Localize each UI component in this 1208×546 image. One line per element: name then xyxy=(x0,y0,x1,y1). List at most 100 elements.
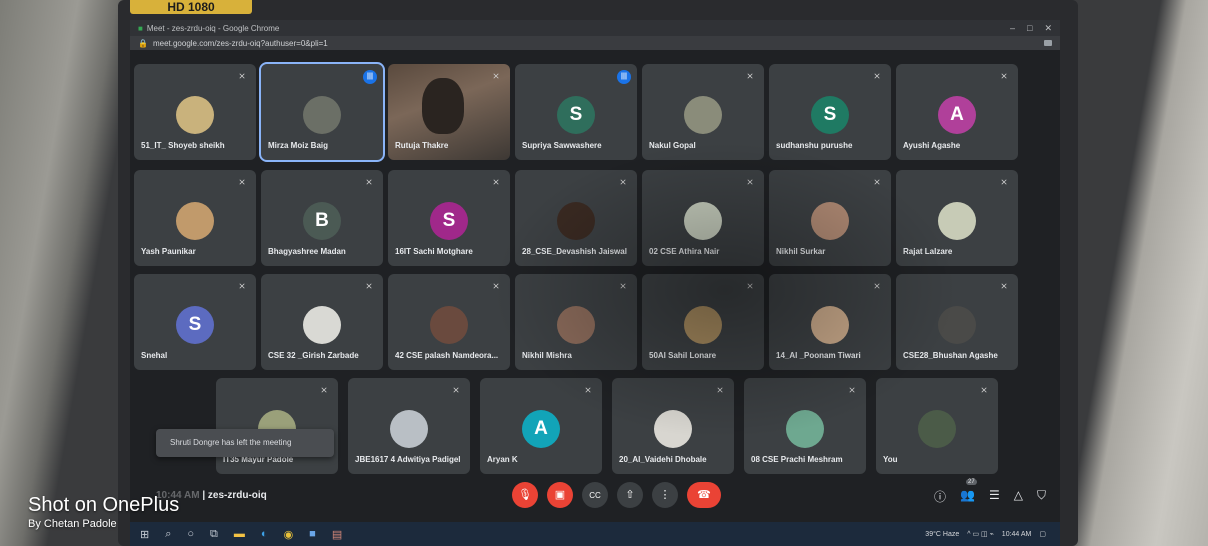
clock-text[interactable]: 10:44 AM xyxy=(1002,531,1032,538)
activities-icon[interactable]: △ xyxy=(1014,488,1023,505)
participant-video xyxy=(422,78,464,134)
cortana-icon[interactable]: ○ xyxy=(187,528,194,540)
participant-name: Rajat Lalzare xyxy=(903,247,953,256)
participant-tile[interactable]: ⨯ S Snehal xyxy=(134,274,256,370)
mic-muted-icon: ⨯ xyxy=(873,177,881,187)
participant-tile[interactable]: ⨯ JBE1617 4 Adwitiya Padigel xyxy=(348,378,470,474)
participant-tile[interactable]: ⨯ Ssudhanshu purushe xyxy=(769,64,891,160)
participant-tile[interactable]: ⨯ 50AI Sahil Lonare xyxy=(642,274,764,370)
participant-tile[interactable]: ⨯ 14_AI _Poonam Tiwari xyxy=(769,274,891,370)
end-call-button[interactable]: ☎ xyxy=(687,482,721,508)
participant-tile[interactable]: ⨯ B Bhagyashree Madan xyxy=(261,170,383,266)
participant-tile[interactable]: ⨯ Rajat Lalzare xyxy=(896,170,1018,266)
participant-avatar xyxy=(786,410,824,448)
mic-muted-icon: ⨯ xyxy=(980,385,988,395)
close-icon[interactable]: ✕ xyxy=(1044,23,1052,34)
mic-muted-icon: ⨯ xyxy=(452,385,460,395)
captions-icon: CC xyxy=(589,491,601,500)
participant-avatar: S xyxy=(176,306,214,344)
participant-tile[interactable]: ⨯ CSE 32 _Girish Zarbade xyxy=(261,274,383,370)
watermark-line1: Shot on OnePlus xyxy=(28,494,180,516)
participant-tile[interactable]: ||| Mirza Moiz Baig xyxy=(259,62,385,162)
participant-avatar: A xyxy=(938,96,976,134)
more-options-button[interactable]: ⋮ xyxy=(652,482,678,508)
participant-tile[interactable]: ⨯ A Ayushi Agashe xyxy=(896,64,1018,160)
participant-tile[interactable]: ⨯ Rutuja Thakre xyxy=(388,64,510,160)
participant-tile[interactable]: ⨯ 42 CSE palash Namdeora... xyxy=(388,274,510,370)
participant-name: 16IT Sachi Motghare xyxy=(395,247,473,256)
camera-off-icon: ▣ xyxy=(554,489,566,501)
participant-name: Nakul Gopal xyxy=(649,141,696,150)
extension-icon[interactable] xyxy=(1044,40,1052,46)
camera-toggle-button[interactable]: ▣ xyxy=(547,482,573,508)
info-icon[interactable]: ⓘ xyxy=(934,488,946,505)
people-icon[interactable]: 👥 27 xyxy=(960,479,977,505)
participant-tile[interactable]: ⨯ 51_IT_ Shoyeb sheikh xyxy=(134,64,256,160)
participant-tile[interactable]: ⨯ CSE28_Bhushan Agashe xyxy=(896,274,1018,370)
participant-name: CSE28_Bhushan Agashe xyxy=(903,351,998,360)
system-tray: 39°C Haze ^ ▭ ◫ ⌁ 10:44 AM ▢ xyxy=(925,530,1060,539)
mic-muted-icon: ⨯ xyxy=(716,385,724,395)
participant-tile[interactable]: ⨯ Nakul Gopal xyxy=(642,64,764,160)
host-controls-icon[interactable]: ⛉ xyxy=(1037,488,1046,505)
participant-name: Rutuja Thakre xyxy=(395,141,449,150)
participant-name: Nikhil Mishra xyxy=(522,351,572,360)
end-call-icon: ☎ xyxy=(697,489,711,501)
participant-avatar xyxy=(654,410,692,448)
chat-icon[interactable]: ☰ xyxy=(989,488,1000,505)
participant-tile[interactable]: ⨯ 08 CSE Prachi Meshram xyxy=(744,378,866,474)
address-bar[interactable]: 🔒 meet.google.com/zes-zrdu-oiq?authuser=… xyxy=(130,36,1060,50)
participant-avatar: S xyxy=(430,202,468,240)
participant-tile[interactable]: ⨯ Nikhil Surkar xyxy=(769,170,891,266)
participant-tile[interactable]: ⨯ 02 CSE Athira Nair xyxy=(642,170,764,266)
mic-muted-icon: ⨯ xyxy=(365,281,373,291)
participant-name: Bhagyashree Madan xyxy=(268,247,346,256)
mic-muted-icon: ⨯ xyxy=(1000,281,1008,291)
mic-muted-icon: ⨯ xyxy=(238,281,246,291)
browser-titlebar: ■ Meet - zes-zrdu-oiq - Google Chrome – … xyxy=(130,20,1060,36)
mic-muted-icon: ⨯ xyxy=(746,71,754,81)
participant-avatar xyxy=(303,96,341,134)
mic-muted-icon: ⨯ xyxy=(848,385,856,395)
tray-icons[interactable]: ^ ▭ ◫ ⌁ xyxy=(967,530,994,538)
participant-name: Supriya Sawwashere xyxy=(522,141,602,150)
weather-text[interactable]: 39°C Haze xyxy=(925,531,959,538)
captions-button[interactable]: CC xyxy=(582,482,608,508)
participant-name: CSE 32 _Girish Zarbade xyxy=(268,351,359,360)
participant-tile[interactable]: ⨯ A Aryan K xyxy=(480,378,602,474)
url-text[interactable]: meet.google.com/zes-zrdu-oiq?authuser=0&… xyxy=(153,39,328,48)
mic-muted-icon: ⨯ xyxy=(619,281,627,291)
participant-name: Mirza Moiz Baig xyxy=(268,141,329,150)
edge-icon[interactable]: ◐ xyxy=(261,528,268,540)
participant-avatar: B xyxy=(303,202,341,240)
participant-avatar xyxy=(684,306,722,344)
maximize-icon[interactable]: □ xyxy=(1027,23,1032,34)
participant-tile[interactable]: ⨯ Yash Paunikar xyxy=(134,170,256,266)
chrome-icon[interactable]: ◉ xyxy=(284,528,294,541)
participant-tile[interactable]: ⨯ You xyxy=(876,378,998,474)
participant-name: 42 CSE palash Namdeora... xyxy=(395,351,499,360)
participant-tile[interactable]: ⨯ 20_AI_Vaidehi Dhobale xyxy=(612,378,734,474)
file-explorer-icon[interactable]: ▬ xyxy=(234,528,245,540)
lock-icon: 🔒 xyxy=(138,38,148,48)
participant-count-badge: 27 xyxy=(966,479,977,485)
task-view-icon[interactable]: ⧉ xyxy=(210,528,218,541)
participant-tile[interactable]: ⨯ 28_CSE_Devashish Jaiswal xyxy=(515,170,637,266)
participant-tile[interactable]: ⨯ S 16IT Sachi Motghare xyxy=(388,170,510,266)
participant-tile[interactable]: ⨯ Nikhil Mishra xyxy=(515,274,637,370)
participant-tile[interactable]: ⨯ IT35 Mayur Padole xyxy=(216,378,338,474)
participant-avatar xyxy=(390,410,428,448)
participant-avatar xyxy=(684,202,722,240)
present-button[interactable]: ⇧ xyxy=(617,482,643,508)
windows-taskbar: ⊞ ⌕ ○ ⧉ ▬ ◐ ◉ ■ ▤ 39°C Haze ^ ▭ ◫ ⌁ 10:4… xyxy=(130,522,1060,546)
camera-watermark: Shot on OnePlus By Chetan Padole xyxy=(28,494,179,530)
app-icon[interactable]: ■ xyxy=(309,528,316,540)
photos-icon[interactable]: ▤ xyxy=(332,528,342,541)
mic-muted-icon: ⨯ xyxy=(492,177,500,187)
participant-tile[interactable]: ||| S Supriya Sawwashere xyxy=(515,64,637,160)
mic-toggle-button[interactable]: 🎙 xyxy=(512,482,538,508)
notification-icon[interactable]: ▢ xyxy=(1039,530,1046,538)
participant-grid: ⨯ 51_IT_ Shoyeb sheikh ||| Mirza Moiz Baig ⨯… xyxy=(134,62,1056,474)
participant-avatar xyxy=(811,202,849,240)
minimize-icon[interactable]: – xyxy=(1010,23,1015,34)
